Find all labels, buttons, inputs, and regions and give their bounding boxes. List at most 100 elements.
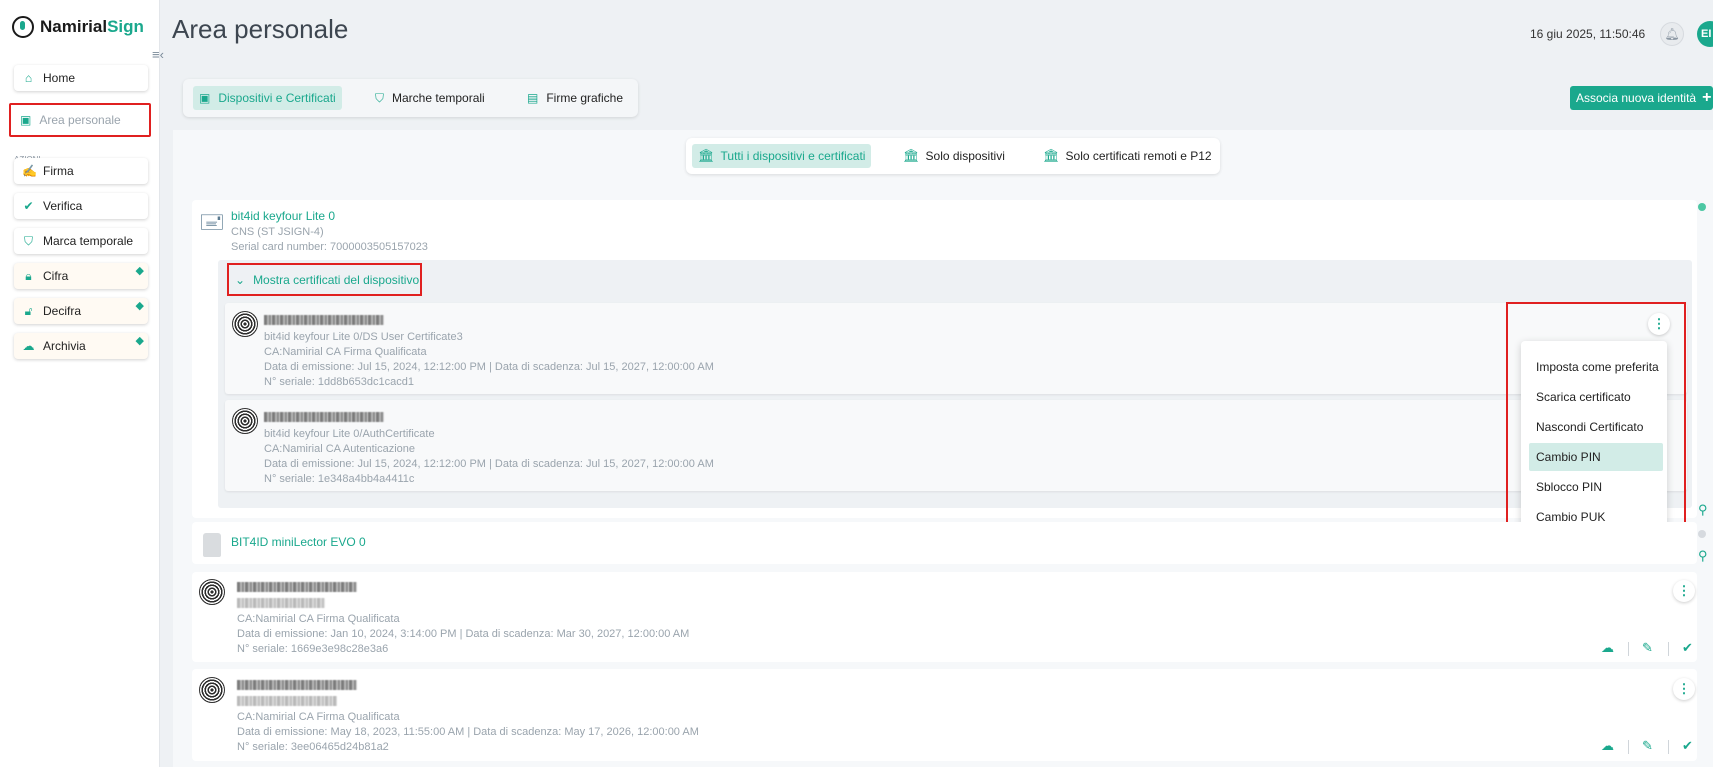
verified-check-icon[interactable]: ✔ — [1682, 640, 1693, 656]
remote-certificate-card — [192, 669, 1697, 761]
device-type: CNS (ST JSIGN-4) — [231, 226, 324, 238]
chevron-down-icon: ⌄ — [235, 272, 246, 287]
sidebar-item-decifra[interactable]: 🔓︎ Decifra ◆ — [14, 298, 148, 324]
sidebar-item-label: Cifra — [43, 269, 69, 283]
more-options-icon[interactable]: ⋮ — [1673, 678, 1695, 700]
divider — [1628, 642, 1629, 656]
logo-mark-icon — [12, 16, 34, 38]
device-name: BIT4ID miniLector EVO 0 — [231, 535, 366, 549]
certificate-seal-icon — [232, 311, 258, 337]
bank-icon: 🏛︎ — [903, 148, 920, 163]
signature-icon: ✍ — [22, 163, 37, 178]
certificate-card — [225, 400, 1687, 491]
verified-badge-icon: ✔ — [23, 198, 34, 213]
certificate-serial: N° seriale: 1669e3e98c28e3a6 — [237, 643, 389, 655]
certificate-seal-icon — [199, 677, 225, 703]
sidebar-item-label: Home — [43, 71, 76, 85]
sidebar-item-label: Archivia — [43, 339, 86, 353]
verified-check-icon[interactable]: ✔ — [1682, 738, 1693, 754]
sidebar-item-label: Area personale — [39, 113, 121, 127]
bell-icon[interactable]: 🔔︎ — [1660, 22, 1684, 46]
certificate-dates: Data di emissione: May 18, 2023, 11:55:0… — [237, 726, 699, 738]
section-tabs: ▣ Dispositivi e Certificati ⛉ Marche tem… — [183, 79, 638, 117]
filter-solo-dispositivi[interactable]: 🏛︎ Solo dispositivi — [897, 144, 1011, 168]
more-options-icon[interactable]: ⋮ — [1673, 580, 1695, 602]
status-offline-dot — [1698, 530, 1706, 538]
sidebar-item-home[interactable]: ⌂ Home — [14, 65, 148, 91]
collapse-sidebar-icon[interactable]: ≡‹ — [152, 47, 164, 62]
filter-tabs: 🏛︎ Tutti i dispositivi e certificati 🏛︎ … — [686, 138, 1220, 174]
namirial-logo: NamirialSign — [12, 16, 144, 38]
certificate-ca: CA:Namirial CA Autenticazione — [264, 443, 416, 455]
tab-firme-grafiche[interactable]: ▤ Firme grafiche — [521, 86, 629, 110]
lock-icon: 🔒︎ — [25, 268, 32, 283]
tab-marche-temporali[interactable]: ⛉ Marche temporali — [369, 86, 491, 110]
filter-tutti[interactable]: 🏛︎ Tutti i dispositivi e certificati — [692, 144, 872, 168]
avatar[interactable]: EI — [1697, 21, 1713, 47]
certificate-card — [225, 303, 1687, 394]
shield-icon: ⛉ — [375, 90, 385, 105]
annotation-highlight-box — [1506, 302, 1686, 559]
sidebar-item-verifica[interactable]: ✔ Verifica — [14, 193, 148, 219]
certificate-seal-icon — [199, 579, 225, 605]
device-serial: Serial card number: 7000003505157023 — [231, 241, 428, 253]
certificate-subtitle: bit4id keyfour Lite 0/AuthCertificate — [264, 428, 435, 440]
tab-dispositivi-e-certificati[interactable]: ▣ Dispositivi e Certificati — [193, 86, 342, 110]
certificate-dates: Data di emissione: Jul 15, 2024, 12:12:0… — [264, 458, 714, 470]
certificate-serial: N° seriale: 1e348a4bb4a4411c — [264, 473, 415, 485]
sidebar-item-label: Decifra — [43, 304, 82, 318]
shield-icon: ⛉ — [23, 233, 33, 248]
certificate-serial: N° seriale: 3ee06465d24b81a2 — [237, 741, 389, 753]
status-online-dot — [1698, 203, 1706, 211]
plus-icon: + — [1702, 89, 1712, 106]
redacted-certificate-id — [237, 598, 325, 608]
image-gallery-icon: ▤ — [527, 91, 539, 105]
filter-solo-remoti[interactable]: 🏛︎ Solo certificati remoti e P12 — [1037, 144, 1218, 168]
smartcard-reader-icon: 🖃︎ — [199, 209, 225, 234]
usb-icon: ⚲ — [1698, 502, 1708, 517]
certificate-subtitle: bit4id keyfour Lite 0/DS User Certificat… — [264, 331, 463, 343]
device-name: bit4id keyfour Lite 0 — [231, 209, 336, 223]
redacted-certificate-id — [237, 696, 337, 706]
card-reader-icon — [203, 533, 221, 557]
bank-icon: 🏛︎ — [698, 148, 715, 163]
associa-nuova-identita-button[interactable]: Associa nuova identità + — [1570, 86, 1713, 110]
sidebar-item-area-personale[interactable]: ▣ Area personale — [9, 103, 151, 137]
redacted-certificate-name — [264, 412, 384, 422]
divider — [1668, 740, 1669, 754]
page-title: Area personale — [172, 14, 349, 44]
sign-pen-icon[interactable]: ✎ — [1642, 738, 1653, 754]
unlock-icon: 🔓︎ — [24, 303, 33, 318]
sidebar-item-marca-temporale[interactable]: ⛉ Marca temporale — [14, 228, 148, 254]
sidebar-item-firma[interactable]: ✍ Firma — [14, 158, 148, 184]
cloud-upload-icon: ☁ — [22, 338, 35, 353]
redacted-certificate-name — [237, 680, 357, 690]
cloud-icon[interactable]: ☁ — [1601, 738, 1614, 754]
mostra-certificati-toggle[interactable]: ⌄ Mostra certificati del dispositivo — [227, 263, 422, 296]
home-icon: ⌂ — [24, 70, 33, 85]
usb-icon: ⚲ — [1698, 548, 1708, 563]
device-card — [192, 522, 1697, 564]
datetime: 16 giu 2025, 11:50:46 — [1530, 27, 1646, 41]
sidebar-item-label: Firma — [43, 164, 74, 178]
id-card-icon: ▣ — [20, 113, 32, 127]
sign-pen-icon[interactable]: ✎ — [1642, 640, 1653, 656]
certificate-dates: Data di emissione: Jul 15, 2024, 12:12:0… — [264, 361, 714, 373]
diamond-icon: ◆ — [135, 265, 144, 277]
certificate-serial: N° seriale: 1dd8b653dc1cacd1 — [264, 376, 414, 388]
bank-icon: 🏛︎ — [1043, 148, 1060, 163]
redacted-certificate-name — [237, 582, 357, 592]
sidebar-item-archivia[interactable]: ☁ Archivia ◆ — [14, 333, 148, 359]
sidebar-item-cifra[interactable]: 🔒︎ Cifra ◆ — [14, 263, 148, 289]
remote-certificate-card — [192, 572, 1697, 662]
certificate-ca: CA:Namirial CA Firma Qualificata — [264, 346, 427, 358]
certificate-ca: CA:Namirial CA Firma Qualificata — [237, 711, 400, 723]
id-card-icon: ▣ — [199, 91, 211, 105]
cloud-icon[interactable]: ☁ — [1601, 640, 1614, 656]
certificate-seal-icon — [232, 408, 258, 434]
sidebar-item-label: Marca temporale — [43, 234, 134, 248]
sidebar-item-label: Verifica — [43, 199, 83, 213]
redacted-certificate-name — [264, 315, 384, 325]
divider — [1668, 642, 1669, 656]
diamond-icon: ◆ — [135, 300, 144, 312]
